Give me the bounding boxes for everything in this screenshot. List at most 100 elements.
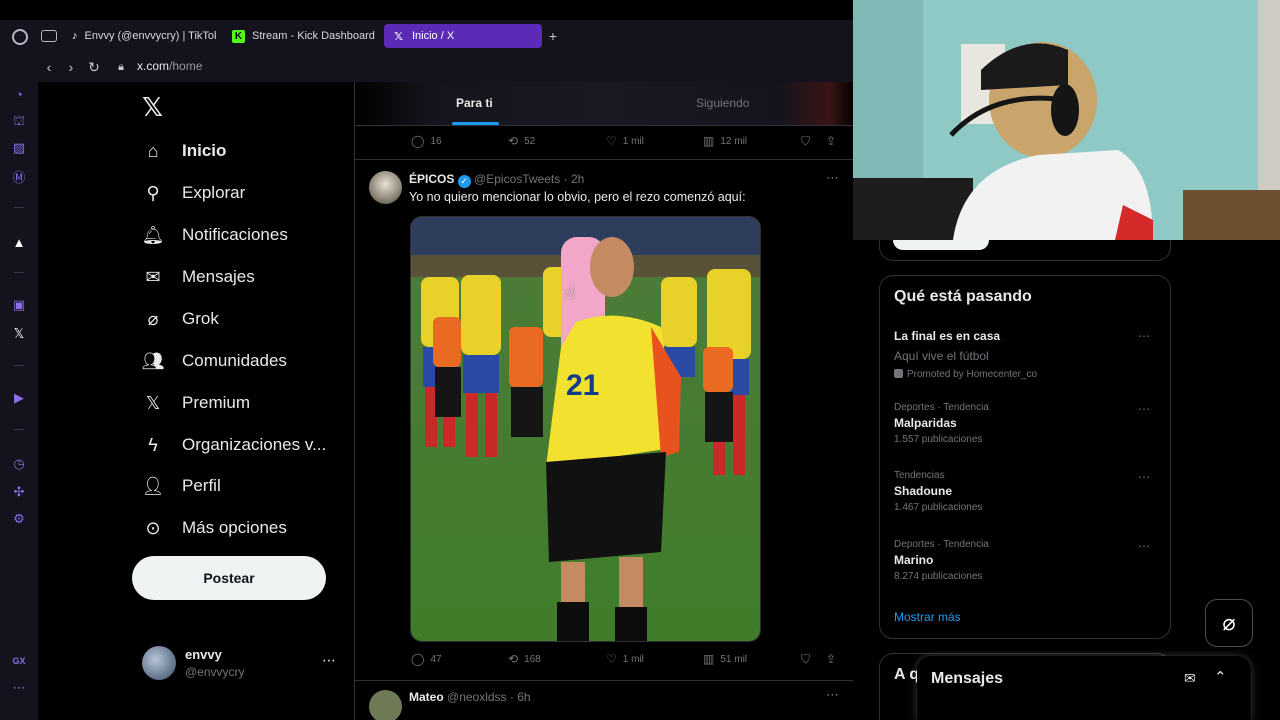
more-icon[interactable]: ⋯ bbox=[11, 680, 27, 696]
gx-corner-icon[interactable]: ▨ bbox=[11, 140, 27, 156]
nav-communities[interactable]: 👥︎ Comunidades bbox=[142, 346, 287, 376]
nav-organizations[interactable]: ϟ Organizaciones v... bbox=[142, 430, 326, 460]
nav-explore[interactable]: ⚲ Explorar bbox=[142, 178, 245, 208]
tweet-author-name[interactable]: Mateo bbox=[409, 690, 444, 704]
grok-button[interactable]: ⌀ bbox=[1205, 599, 1253, 647]
separator bbox=[14, 272, 24, 273]
x-icon[interactable]: 𝕏 bbox=[11, 326, 27, 342]
aria-icon[interactable]: ▲ bbox=[11, 234, 27, 250]
bookmark-button[interactable]: ⛉ bbox=[801, 652, 810, 667]
tab-tiktok[interactable]: ♪ Envvy (@envvycry) | TikTok bbox=[64, 24, 216, 48]
trend-title: Marino bbox=[894, 553, 934, 567]
trend-item[interactable]: Deportes · Tendencia Malparidas 1.557 pu… bbox=[894, 402, 1159, 445]
tab-following[interactable]: Siguiendo bbox=[696, 96, 749, 110]
tiktok-icon: ♪ bbox=[72, 30, 78, 42]
next-tweet[interactable]: Mateo @neoxldss · 6h ⋯ bbox=[355, 681, 853, 720]
search-icon: ⚲ bbox=[146, 182, 160, 203]
nav-premium[interactable]: 𝕏 Premium bbox=[142, 388, 250, 418]
nav-grok[interactable]: ⌀ Grok bbox=[142, 304, 219, 334]
tweet-time[interactable]: 2h bbox=[571, 172, 584, 186]
share-button[interactable]: ⇪ bbox=[826, 652, 836, 666]
tweet-more-icon[interactable]: ⋯ bbox=[826, 687, 839, 703]
url-field[interactable]: x.com/home bbox=[137, 59, 202, 73]
trend-more-icon[interactable]: ⋯ bbox=[1138, 402, 1151, 416]
bookmark-button[interactable]: ⛉ bbox=[801, 134, 810, 149]
trends-panel: Qué está pasando La final es en casa Aqu… bbox=[879, 275, 1171, 639]
tweet-actions: ◯ 47 ⟲ 168 ♡ 1 mil ▥ 51 mil ⛉ ⇪ bbox=[355, 652, 853, 672]
share-icon: ⇪ bbox=[826, 134, 837, 148]
trend-more-icon[interactable]: ⋯ bbox=[1138, 539, 1151, 553]
subscribe-button-remnant[interactable] bbox=[893, 240, 989, 250]
tab-kick[interactable]: K Stream - Kick Dashboard bbox=[224, 24, 378, 48]
player-icon[interactable]: ▶ bbox=[11, 390, 27, 406]
nav-home[interactable]: ⌂ Inicio bbox=[142, 136, 227, 166]
views-button[interactable]: ▥ 51 mil bbox=[703, 652, 747, 666]
account-switcher[interactable]: envvy @envvycry ⋯ bbox=[142, 644, 342, 684]
nav-profile[interactable]: 👤︎ Perfil bbox=[142, 471, 221, 501]
chevrons-up-icon[interactable]: ⌃ bbox=[1214, 668, 1227, 686]
tweet-time[interactable]: 6h bbox=[517, 690, 530, 704]
trend-promoted[interactable]: La final es en casa Aquí vive el fútbol … bbox=[894, 329, 1159, 380]
views-icon: ▥ bbox=[703, 652, 715, 666]
repost-button[interactable]: ⟲ 52 bbox=[508, 134, 535, 148]
repost-button[interactable]: ⟲ 168 bbox=[508, 652, 541, 666]
opera-sidebar: ◔ ⛫ ▨ Ⓜ ▲ ▣ 𝕏 ▶ ◷ ✣ ⚙ GX ⋯ bbox=[0, 82, 38, 720]
verified-badge-icon: ✓ bbox=[457, 175, 471, 188]
shopping-icon[interactable]: ⛫ bbox=[11, 113, 27, 130]
main-feed: Para ti Siguiendo ◯ 16 ⟲ 52 ♡ 1 mil ▥ 12 mil… bbox=[354, 82, 854, 720]
bell-icon: 🔔︎ bbox=[141, 224, 165, 245]
messages-drawer[interactable]: Mensajes ✉ ⌃ bbox=[917, 656, 1251, 720]
nav-more-options[interactable]: ⊙ Más opciones bbox=[142, 513, 286, 543]
trend-more-icon[interactable]: ⋯ bbox=[1138, 329, 1151, 343]
reply-button[interactable]: ◯ 16 bbox=[411, 134, 442, 148]
workspaces-icon[interactable] bbox=[41, 30, 57, 42]
tab-for-you[interactable]: Para ti bbox=[456, 96, 493, 110]
trend-title: Malparidas bbox=[894, 416, 957, 430]
settings-icon[interactable]: ⚙ bbox=[11, 511, 27, 527]
nav-label: Explorar bbox=[182, 183, 246, 202]
trend-item[interactable]: Tendencias Shadoune 1.467 publicaciones … bbox=[894, 470, 1159, 513]
webcam-overlay bbox=[853, 0, 1280, 240]
prev-tweet-actions: ◯ 16 ⟲ 52 ♡ 1 mil ▥ 12 mil ⛉ ⇪ bbox=[355, 134, 853, 154]
tab-label: Inicio / X bbox=[412, 30, 455, 42]
opera-logo-icon[interactable] bbox=[12, 29, 28, 45]
nav-notifications[interactable]: 🔔︎ Notificaciones bbox=[142, 220, 288, 250]
more-circle-icon: ⊙ bbox=[145, 517, 161, 538]
reload-button[interactable]: ↻ bbox=[85, 58, 103, 76]
bookmark-icon: ⛉ bbox=[801, 652, 811, 666]
history-icon[interactable]: ◷ bbox=[11, 456, 27, 472]
account-more-icon[interactable]: ⋯ bbox=[322, 652, 336, 669]
tweet[interactable]: ÉPICOS ✓ @EpicosTweets · 2h ⋯ Yo no quie… bbox=[355, 160, 853, 680]
tweet-author-name[interactable]: ÉPICOS bbox=[409, 172, 454, 186]
tweet-author-handle[interactable]: @EpicosTweets bbox=[474, 172, 560, 186]
like-button[interactable]: ♡ 1 mil bbox=[606, 134, 644, 148]
tweet-media-image[interactable]: 21 ☝ bbox=[410, 216, 761, 642]
post-button[interactable]: Postear bbox=[132, 556, 326, 600]
tweet-avatar[interactable] bbox=[369, 171, 402, 204]
new-message-icon[interactable]: ✉ bbox=[1184, 670, 1196, 687]
twitch-icon[interactable]: ▣ bbox=[11, 297, 27, 313]
trend-more-icon[interactable]: ⋯ bbox=[1138, 470, 1151, 484]
reply-button[interactable]: ◯ 47 bbox=[411, 652, 442, 666]
x-logo-icon[interactable]: 𝕏 bbox=[142, 92, 163, 123]
forward-button[interactable]: › bbox=[62, 58, 80, 76]
show-more-link[interactable]: Mostrar más bbox=[894, 610, 961, 624]
top-strip bbox=[0, 0, 853, 20]
views-button[interactable]: ▥ 12 mil bbox=[703, 134, 747, 148]
extensions-icon[interactable]: ✣ bbox=[11, 484, 27, 500]
tweet-avatar[interactable] bbox=[369, 690, 402, 720]
like-button[interactable]: ♡ 1 mil bbox=[606, 652, 644, 666]
speed-dial-icon[interactable]: ◔ bbox=[11, 86, 27, 102]
share-button[interactable]: ⇪ bbox=[826, 134, 836, 148]
trend-item[interactable]: Deportes · Tendencia Marino 8.274 public… bbox=[894, 539, 1159, 582]
tweet-more-icon[interactable]: ⋯ bbox=[826, 170, 839, 186]
tab-x-home[interactable]: 𝕏 Inicio / X bbox=[384, 24, 542, 48]
tweet-author-handle[interactable]: @neoxldss bbox=[447, 690, 507, 704]
nav-messages[interactable]: ✉ Mensajes bbox=[142, 262, 254, 292]
reply-icon: ◯ bbox=[411, 652, 425, 666]
grok-icon: ⌀ bbox=[147, 308, 159, 329]
new-tab-button[interactable]: + bbox=[546, 29, 560, 43]
mail-m-icon[interactable]: Ⓜ bbox=[11, 168, 27, 185]
back-button[interactable]: ‹ bbox=[40, 58, 58, 76]
separator bbox=[14, 365, 24, 366]
